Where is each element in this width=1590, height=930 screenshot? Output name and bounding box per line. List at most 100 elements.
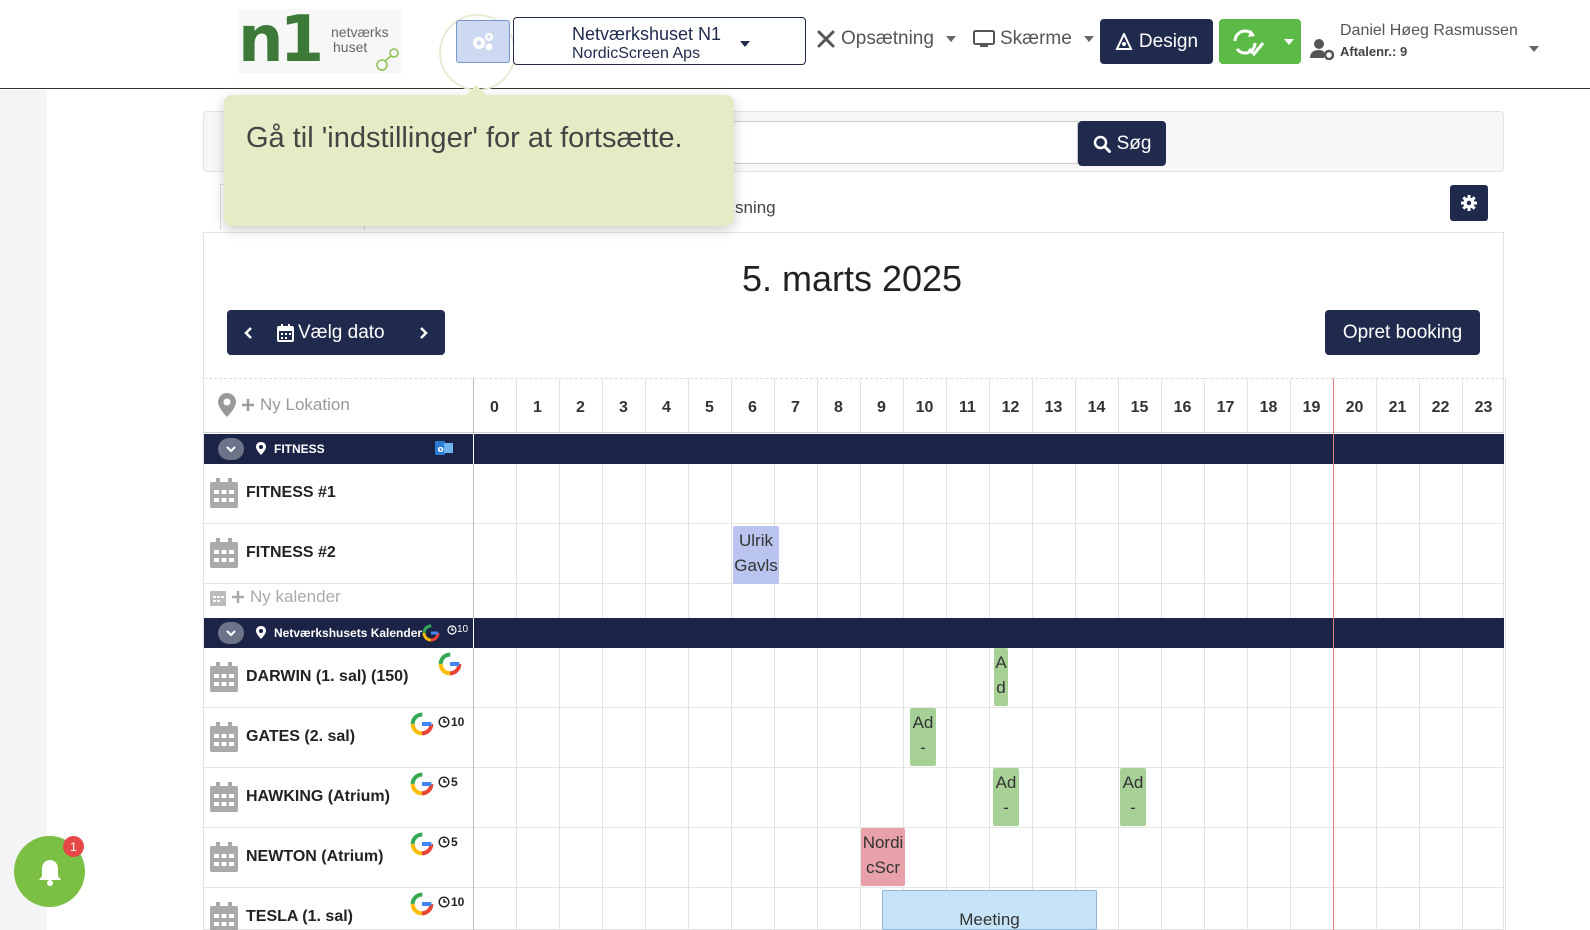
hour-label: 19	[1302, 399, 1321, 416]
resource-name: HAWKING (Atrium)	[246, 788, 390, 805]
map-pin-icon	[256, 626, 266, 639]
resource-row[interactable]: FITNESS #2	[204, 524, 1504, 584]
screens-menu-label: Skærme	[1000, 28, 1072, 49]
booking-event[interactable]: Ad -	[993, 768, 1019, 826]
hour-label: 7	[791, 399, 800, 416]
calendar-icon	[277, 323, 294, 342]
search-input[interactable]	[733, 121, 1078, 164]
hour-label: 12	[1001, 399, 1020, 416]
new-calendar-label: Ny kalender	[250, 587, 341, 606]
resource-row[interactable]: GATES (2. sal) 10	[204, 708, 1504, 768]
current-time-line	[1333, 378, 1334, 930]
organization-dropdown[interactable]: Netværkshuset N1 NordicScreen Aps	[513, 17, 806, 65]
settings-gears-button[interactable]	[456, 20, 510, 63]
chevron-down-icon	[226, 445, 236, 452]
collapse-toggle[interactable]	[218, 438, 244, 460]
sync-split-button[interactable]	[1219, 19, 1301, 64]
tools-icon	[817, 30, 835, 48]
svg-text:o: o	[438, 445, 444, 455]
hour-label: 20	[1345, 399, 1364, 416]
booking-event[interactable]: Ad -	[1120, 768, 1146, 826]
hours-header: 0 1 2 3 4 5 6 7 8 9 10 11 12 13 14 15 16 17 18 19 20 21 22 23	[204, 378, 1504, 433]
org-name: Netværkshuset N1	[572, 24, 722, 44]
screens-menu[interactable]: Skærme	[973, 28, 1095, 50]
resource-name: GATES (2. sal)	[246, 728, 356, 745]
new-location-button[interactable]: Ny Lokation	[218, 393, 350, 417]
setup-menu-label: Opsætning	[841, 28, 934, 49]
resource-row[interactable]: FITNESS #1	[204, 464, 1504, 524]
user-name: Daniel Høeg Rasmussen	[1340, 22, 1518, 39]
caret-down-icon	[945, 36, 956, 42]
new-location-label: Ny Lokation	[260, 395, 350, 414]
slot-interval: 10	[451, 715, 465, 729]
logo-dots-icon	[376, 48, 399, 71]
calendar-icon	[210, 902, 238, 930]
calendar-icon	[210, 538, 238, 568]
calendar-icon	[210, 590, 226, 606]
collapse-toggle[interactable]	[218, 622, 244, 644]
caret-down-icon	[1284, 39, 1294, 45]
slot-interval: 5	[451, 775, 458, 789]
hour-label: 9	[877, 399, 886, 416]
booking-event[interactable]: Ulrik Gavls	[733, 526, 779, 584]
calendar-icon	[210, 842, 238, 872]
calendar-icon	[210, 722, 238, 752]
app-logo[interactable]: n1 netværks huset	[238, 8, 401, 73]
tab-view-label[interactable]: sning	[735, 198, 776, 218]
group-header-netvaerkshuset: Netværkshusets Kalender 10	[204, 618, 1504, 648]
group-name: Netværkshusets Kalender	[274, 626, 423, 640]
resource-name: NEWTON (Atrium)	[246, 848, 384, 865]
new-calendar-button[interactable]: Ny kalender	[210, 587, 341, 607]
chevron-left-icon	[244, 326, 252, 339]
resource-row[interactable]: NEWTON (Atrium) 5	[204, 828, 1504, 888]
calendar-date-title: 5. marts 2025	[741, 258, 963, 299]
map-pin-icon	[256, 442, 266, 455]
group-name: FITNESS	[274, 442, 325, 456]
resource-row[interactable]: TESLA (1. sal) 10	[204, 888, 1504, 930]
gears-icon	[473, 32, 493, 50]
chevron-right-icon	[420, 326, 428, 339]
booking-event[interactable]: Nordi cScr	[861, 828, 905, 886]
resource-name: FITNESS #2	[246, 544, 336, 561]
onboarding-tooltip: Gå til 'indstillinger' for at fortsætte.	[224, 85, 734, 226]
hour-label: 11	[959, 399, 976, 416]
resource-row[interactable]: HAWKING (Atrium) 5	[204, 768, 1504, 828]
design-pen-icon	[1115, 32, 1133, 50]
plus-icon	[242, 399, 254, 411]
hour-label: 4	[662, 399, 671, 416]
booking-event[interactable]: Meeting	[882, 890, 1097, 930]
hour-label: 16	[1173, 399, 1192, 416]
outlook-icon: o	[435, 441, 453, 455]
search-button-label: Søg	[1116, 132, 1152, 154]
create-booking-button[interactable]: Opret booking	[1325, 310, 1480, 355]
hour-label: 13	[1044, 399, 1063, 416]
setup-menu[interactable]: Opsætning	[816, 28, 957, 50]
map-pin-icon	[218, 393, 236, 417]
gear-icon	[1461, 195, 1477, 211]
left-margin	[0, 90, 47, 930]
previous-day-button[interactable]	[227, 310, 269, 355]
hour-label: 1	[533, 399, 542, 416]
calendar-settings-button[interactable]	[1450, 185, 1488, 221]
pick-date-button[interactable]: Vælg dato	[277, 310, 397, 355]
hour-label: 23	[1474, 399, 1493, 416]
notification-count-badge: 1	[63, 836, 84, 857]
group-divider	[473, 618, 474, 648]
clock-icon	[438, 836, 450, 848]
group-interval: 10	[457, 624, 469, 635]
design-button[interactable]: Design	[1100, 19, 1213, 64]
search-button[interactable]: Søg	[1078, 121, 1166, 166]
resource-name: FITNESS #1	[246, 484, 336, 501]
next-day-button[interactable]	[403, 310, 445, 355]
clock-icon	[438, 776, 450, 788]
hour-label: 2	[576, 399, 585, 416]
resource-row[interactable]: DARWIN (1. sal) (150)	[204, 648, 1504, 708]
hour-label: 5	[705, 399, 714, 416]
google-icon	[410, 832, 434, 856]
booking-event[interactable]: A d	[994, 648, 1008, 706]
booking-event[interactable]: Ad -	[910, 708, 936, 766]
google-icon	[438, 652, 462, 676]
sync-check-icon	[1233, 29, 1265, 56]
clock-icon	[438, 716, 450, 728]
user-menu[interactable]: Daniel Høeg Rasmussen Aftalenr.: 9	[1310, 20, 1540, 65]
